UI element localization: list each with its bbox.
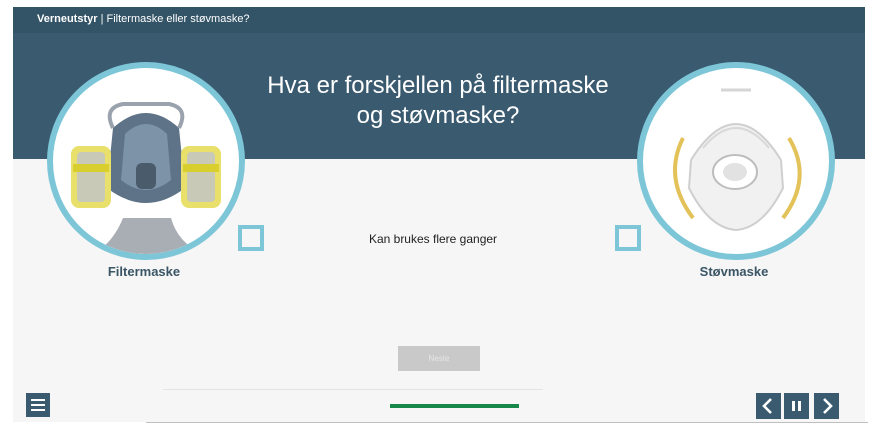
menu-button[interactable]	[26, 393, 50, 417]
topic-title: Filtermaske eller støvmaske?	[106, 13, 250, 25]
dust-mask-image[interactable]	[637, 62, 835, 260]
chevron-left-icon	[762, 398, 772, 414]
filter-mask-label: Filtermaske	[107, 264, 181, 279]
course-title: Verneutstyr	[37, 13, 98, 25]
dust-mask-illustration	[673, 88, 802, 232]
respirator-illustration	[71, 102, 221, 254]
progress-track	[163, 389, 543, 390]
filter-mask-image[interactable]	[47, 62, 245, 260]
statement-text: Kan brukes flere ganger	[368, 232, 498, 246]
progress-bar	[390, 404, 519, 408]
pause-icon	[792, 401, 801, 411]
bottom-divider	[146, 422, 868, 423]
next-button[interactable]: Neste	[398, 346, 480, 371]
dust-mask-label: Støvmaske	[699, 264, 769, 279]
lesson-stage: Verneutstyr | Filtermaske eller støvmask…	[13, 7, 865, 422]
breadcrumb-separator: |	[97, 13, 107, 25]
breadcrumb: Verneutstyr | Filtermaske eller støvmask…	[37, 13, 250, 25]
filter-mask-checkbox[interactable]	[238, 225, 264, 251]
question-title: Hva er forskjellen på filtermaske og stø…	[267, 72, 609, 129]
pause-button[interactable]	[784, 393, 809, 419]
previous-button[interactable]	[756, 393, 781, 419]
chevron-right-icon	[823, 398, 833, 414]
top-bar: Verneutstyr | Filtermaske eller støvmask…	[13, 7, 865, 33]
next-slide-button[interactable]	[814, 393, 839, 419]
dust-mask-checkbox[interactable]	[615, 225, 641, 251]
